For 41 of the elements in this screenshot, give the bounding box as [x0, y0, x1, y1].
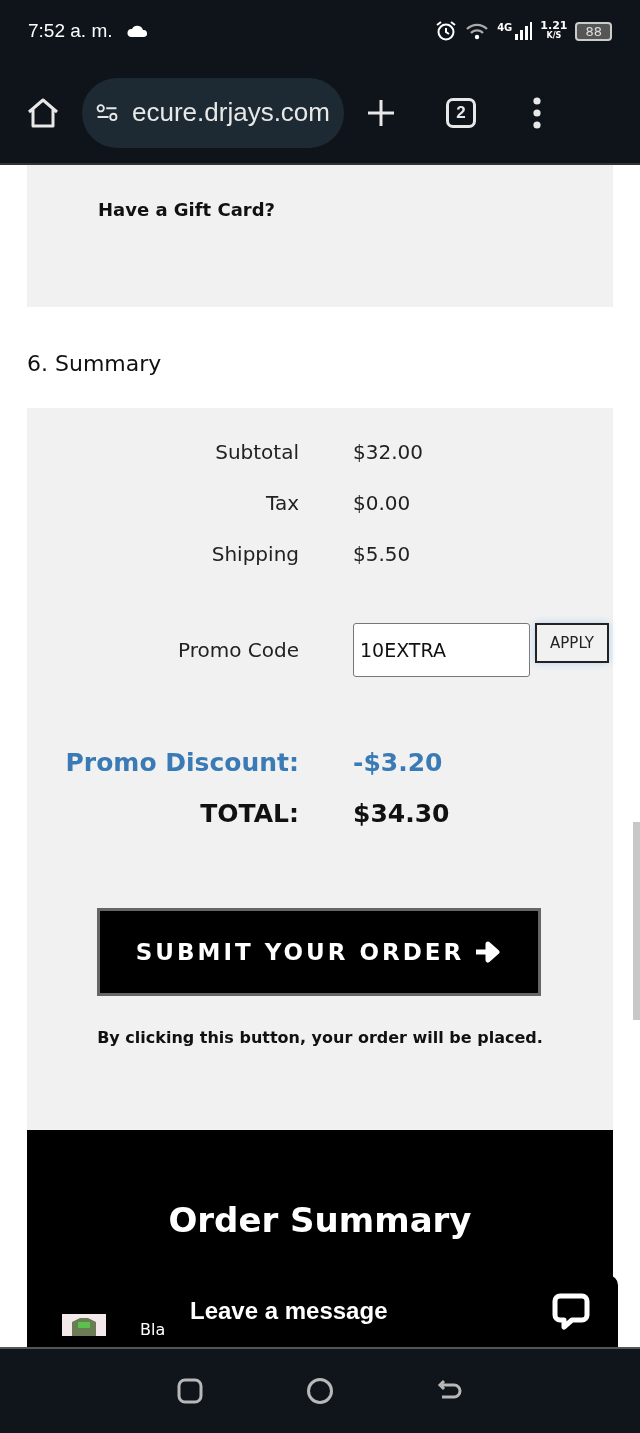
total-label: TOTAL: — [199, 799, 299, 828]
submit-order-button[interactable]: SUBMIT YOUR ORDER — [97, 908, 541, 996]
menu-icon[interactable] — [532, 96, 542, 129]
url-text: ecure.drjays.com — [132, 97, 330, 128]
cloud-icon — [126, 24, 149, 38]
alarm-clock-icon — [435, 20, 458, 42]
new-tab-icon[interactable] — [366, 97, 396, 128]
promo-code-field[interactable]: 10EXTRA — [353, 623, 530, 677]
gift-card-title: Have a Gift Card? — [98, 199, 276, 220]
apply-button[interactable]: APPLY — [535, 623, 609, 663]
wifi-icon — [465, 21, 490, 41]
speed-value: 1.21 — [540, 21, 568, 31]
tab-count-button[interactable]: 2 — [446, 97, 476, 128]
summary-value: $5.50 — [353, 542, 412, 566]
home-icon[interactable] — [26, 96, 60, 129]
promo-code-label: Promo Code — [177, 638, 299, 662]
summary-value: $0.00 — [353, 491, 412, 515]
total-value: $34.30 — [353, 799, 451, 828]
chat-label: Leave a message — [190, 1297, 388, 1325]
discount-label: Promo Discount: — [64, 748, 299, 777]
recent-apps-icon[interactable] — [176, 1377, 204, 1405]
order-summary-title: Order Summary — [167, 1200, 473, 1240]
section-heading: 6. Summary — [26, 350, 163, 378]
status-time: 7:52 a. m. — [28, 20, 113, 42]
arrow-right-icon — [474, 941, 503, 963]
home-button-icon[interactable] — [306, 1377, 334, 1405]
summary-value: $32.00 — [353, 440, 424, 464]
speed-unit: K/S — [546, 31, 562, 41]
scrollbar[interactable] — [633, 822, 640, 1020]
discount-value: -$3.20 — [353, 748, 444, 777]
summary-label: Shipping — [210, 542, 299, 566]
battery-level: 88 — [575, 21, 612, 41]
chat-bubble-icon — [552, 1293, 590, 1331]
signal-icon — [514, 22, 533, 40]
site-settings-icon[interactable] — [96, 101, 119, 124]
summary-label: Subtotal — [214, 440, 299, 464]
address-bar[interactable]: ecure.drjays.com — [82, 77, 344, 148]
summary-label: Tax — [265, 491, 299, 515]
item-name: Bla — [140, 1322, 166, 1338]
network-type: 4G — [497, 22, 513, 33]
order-note: By clicking this button, your order will be placed. — [97, 1028, 543, 1047]
